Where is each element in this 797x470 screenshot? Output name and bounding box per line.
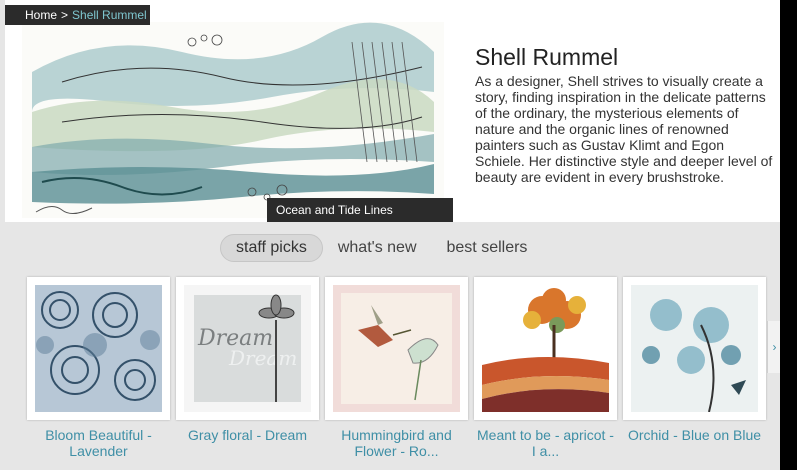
product-card[interactable]: Orchid - Blue on Blue bbox=[623, 277, 766, 443]
breadcrumb-separator: > bbox=[61, 8, 69, 22]
autumn-tree-artwork bbox=[482, 285, 609, 412]
blue-roses-artwork bbox=[35, 285, 162, 412]
svg-text:Dream: Dream bbox=[228, 346, 297, 370]
tab-whats-new[interactable]: what's new bbox=[323, 235, 432, 261]
product-title[interactable]: Meant to be - apricot - I a... bbox=[474, 427, 617, 459]
product-title[interactable]: Hummingbird and Flower - Ro... bbox=[325, 427, 468, 459]
product-title[interactable]: Gray floral - Dream bbox=[176, 427, 319, 443]
product-card[interactable]: Hummingbird and Flower - Ro... bbox=[325, 277, 468, 459]
product-card[interactable]: Bloom Beautiful - Lavender bbox=[27, 277, 170, 459]
product-title[interactable]: Bloom Beautiful - Lavender bbox=[27, 427, 170, 459]
product-thumbnail[interactable] bbox=[325, 277, 468, 420]
product-thumbnail[interactable] bbox=[474, 277, 617, 420]
product-thumbnail[interactable] bbox=[623, 277, 766, 420]
breadcrumb: Home > Shell Rummel bbox=[5, 5, 150, 25]
product-card[interactable]: Meant to be - apricot - I a... bbox=[474, 277, 617, 459]
product-thumbnail[interactable] bbox=[27, 277, 170, 420]
tab-best-sellers[interactable]: best sellers bbox=[432, 235, 543, 261]
breadcrumb-home-link[interactable]: Home bbox=[25, 8, 57, 22]
featured-artwork[interactable] bbox=[22, 22, 444, 218]
artwork-caption: Ocean and Tide Lines bbox=[267, 198, 453, 222]
gray-flower-dream-artwork: Dream Dream bbox=[184, 285, 311, 412]
hummingbird-artwork bbox=[333, 285, 460, 412]
product-title[interactable]: Orchid - Blue on Blue bbox=[623, 427, 766, 443]
carousel-next-button[interactable]: › bbox=[767, 321, 780, 373]
artist-name: Shell Rummel bbox=[475, 44, 619, 70]
product-card[interactable]: Dream Dream Gray floral - Dream bbox=[176, 277, 319, 443]
product-thumbnail[interactable]: Dream Dream bbox=[176, 277, 319, 420]
tab-staff-picks[interactable]: staff picks bbox=[220, 234, 323, 262]
product-tabs: staff picks what's new best sellers bbox=[220, 234, 542, 262]
artist-page: Home > Shell Rummel Ocean and Tide Lines S… bbox=[0, 0, 780, 470]
artist-bio: As a designer, Shell strives to visually… bbox=[475, 73, 773, 185]
blue-orchid-artwork bbox=[631, 285, 758, 412]
breadcrumb-current[interactable]: Shell Rummel bbox=[72, 8, 147, 22]
chevron-right-icon: › bbox=[772, 340, 777, 354]
